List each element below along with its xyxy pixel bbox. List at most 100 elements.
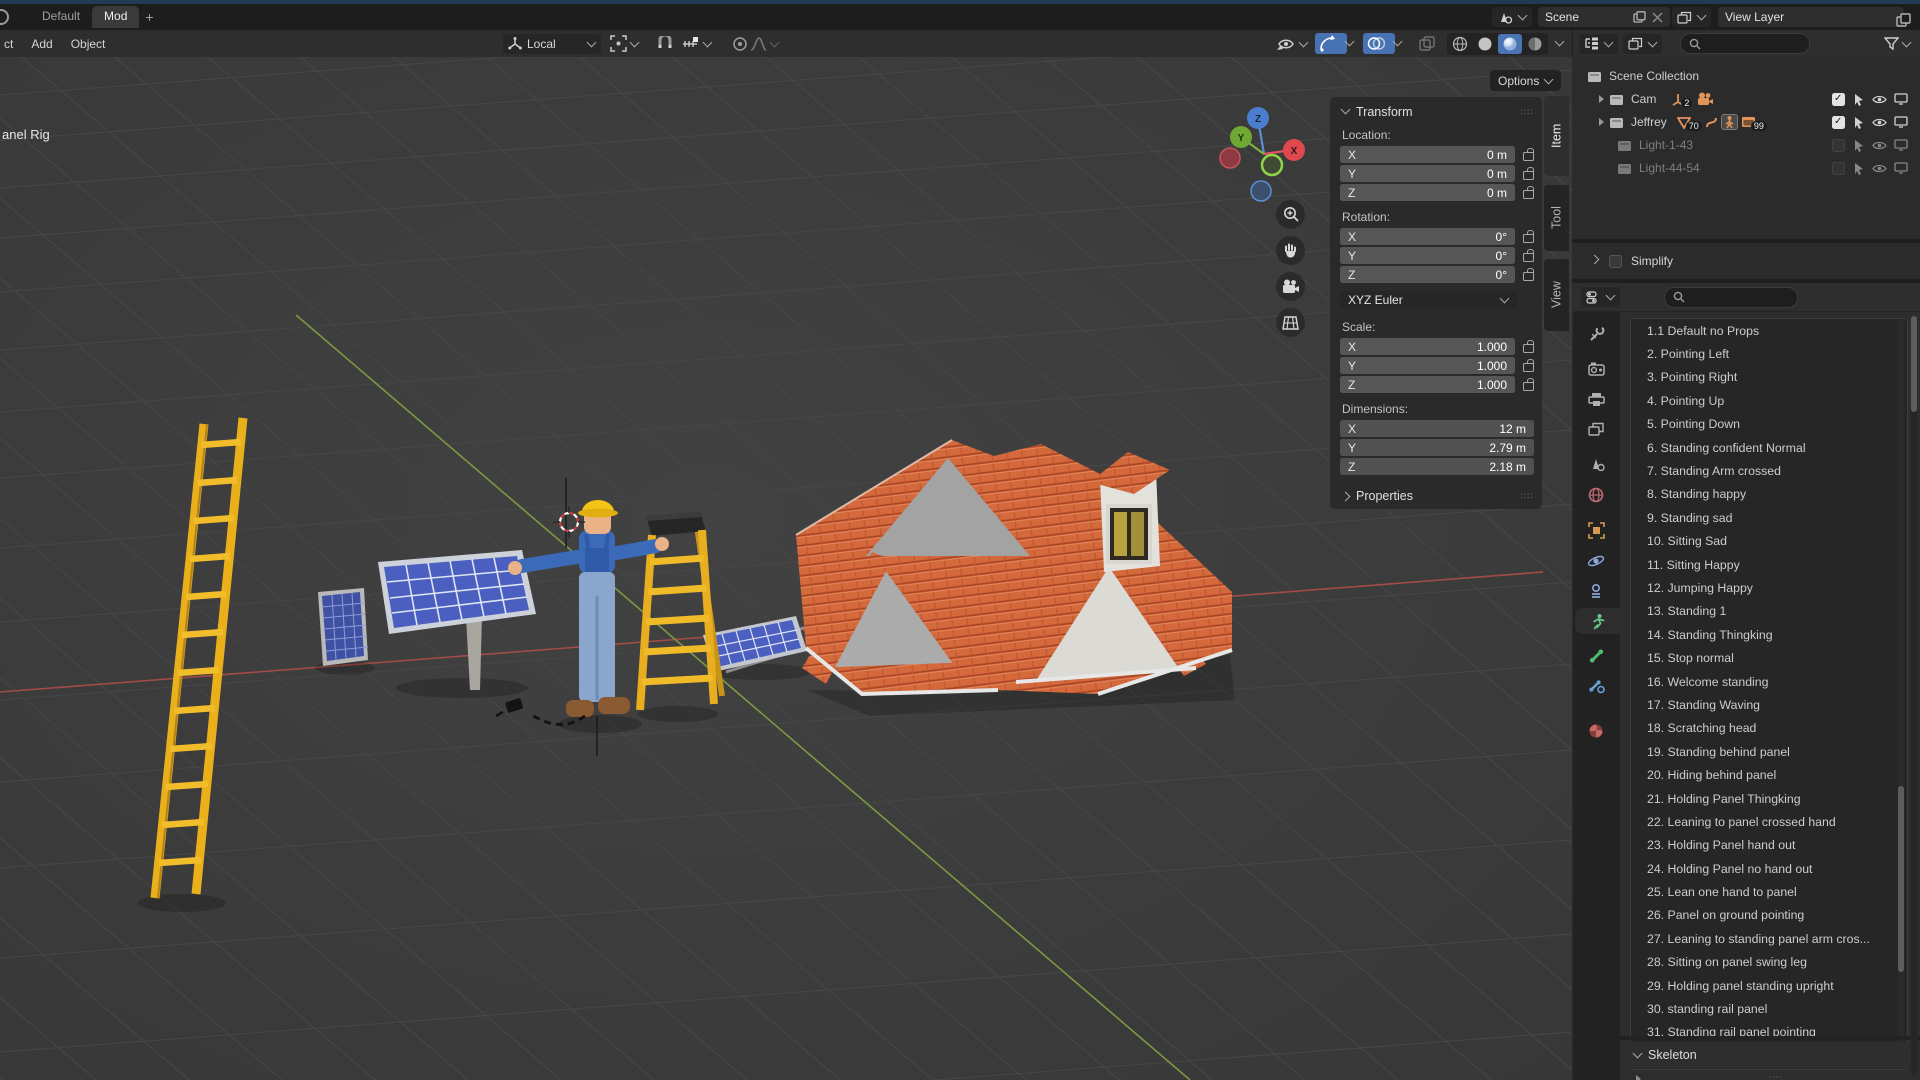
location-z-field[interactable]: Z0 m — [1340, 184, 1515, 201]
pose-list-item[interactable]: 7. Standing Arm crossed — [1631, 459, 1907, 482]
pose-list-item[interactable]: 21. Holding Panel Thingking — [1631, 787, 1907, 810]
hide-eye-icon[interactable] — [1872, 117, 1887, 128]
sidebar-tab-view[interactable]: View — [1544, 259, 1569, 331]
viewport-3d[interactable]: anel Rig Options Z X Y Transform ∷∷ Loca… — [0, 57, 1572, 1080]
camera-view-button[interactable] — [1276, 272, 1305, 301]
collection-checkbox[interactable] — [1832, 115, 1845, 129]
editor-type-outliner[interactable] — [1579, 33, 1618, 54]
lock-icon[interactable] — [1523, 248, 1534, 262]
scale-z-field[interactable]: Z 1.000 — [1340, 376, 1515, 393]
tab-world[interactable] — [1581, 482, 1611, 508]
move-view-button[interactable] — [1276, 236, 1305, 265]
tab-object[interactable] — [1581, 517, 1611, 543]
tall-ladder-object[interactable] — [150, 417, 248, 899]
dimensions-x-field[interactable]: X 12 m — [1340, 420, 1534, 437]
pose-list-item[interactable]: 5. Pointing Down — [1631, 413, 1907, 436]
lock-icon[interactable] — [1523, 166, 1534, 180]
list-expand-icon[interactable] — [1636, 1075, 1641, 1080]
pose-list-item[interactable]: 16. Welcome standing — [1631, 670, 1907, 693]
disable-render-monitor-icon[interactable] — [1894, 116, 1908, 128]
pose-list-item[interactable]: 19. Standing behind panel — [1631, 740, 1907, 763]
rotation-mode-dropdown[interactable]: XYZ Euler — [1340, 291, 1517, 309]
list-grip[interactable]: ∷∷ — [1769, 1074, 1782, 1080]
proportional-editing-toggle[interactable] — [728, 33, 783, 54]
pose-list-item[interactable]: 31. Standing rail panel pointing — [1631, 1021, 1907, 1044]
chevron-right-icon[interactable] — [1589, 254, 1600, 265]
tab-material[interactable] — [1581, 718, 1611, 744]
expand-triangle-icon[interactable] — [1599, 95, 1604, 103]
pose-list-item[interactable]: 22. Leaning to panel crossed hand — [1631, 810, 1907, 833]
shading-dropdown-chevron[interactable] — [1554, 36, 1565, 47]
disable-render-monitor-icon[interactable] — [1894, 93, 1908, 105]
selectable-cursor-icon[interactable] — [1852, 93, 1865, 106]
scene-selector[interactable] — [1492, 7, 1532, 27]
view-layer-field[interactable]: View Layer — [1718, 7, 1904, 27]
scene-name-field[interactable]: Scene — [1538, 7, 1670, 27]
xray-toggle[interactable] — [1415, 33, 1440, 54]
tab-tool[interactable] — [1581, 320, 1611, 346]
pose-list-item[interactable]: 28. Sitting on panel swing leg — [1631, 951, 1907, 974]
simplify-checkbox[interactable] — [1609, 254, 1622, 268]
selectable-cursor-icon[interactable] — [1852, 139, 1865, 152]
scale-x-field[interactable]: X 1.000 — [1340, 338, 1515, 355]
hide-eye-icon[interactable] — [1872, 94, 1887, 105]
collection-checkbox[interactable] — [1832, 161, 1845, 175]
rotation-y-field[interactable]: Y 0° — [1340, 247, 1515, 264]
show-overlays-toggle[interactable] — [1363, 33, 1395, 54]
shading-rendered-button[interactable] — [1523, 34, 1547, 54]
pose-list-item[interactable]: 9. Standing sad — [1631, 506, 1907, 529]
lock-icon[interactable] — [1523, 339, 1534, 353]
pose-list-item[interactable]: 27. Leaning to standing panel arm cros..… — [1631, 927, 1907, 950]
shading-wireframe-button[interactable] — [1448, 34, 1472, 54]
scrollbar-thumb[interactable] — [1911, 316, 1917, 412]
lock-icon[interactable] — [1523, 229, 1534, 243]
location-y-field[interactable]: Y0 m — [1340, 165, 1515, 182]
pose-list-item[interactable]: 8. Standing happy — [1631, 483, 1907, 506]
selectable-cursor-icon[interactable] — [1852, 162, 1865, 175]
selectable-cursor-icon[interactable] — [1852, 116, 1865, 129]
panel-grip[interactable]: ∷∷ — [1521, 107, 1534, 118]
lock-icon[interactable] — [1523, 267, 1534, 281]
gizmo-z-neg-axis[interactable] — [1250, 180, 1272, 202]
pose-list-item[interactable]: 13. Standing 1 — [1631, 600, 1907, 623]
toggle-view-button[interactable] — [1276, 308, 1305, 337]
unlink-scene-icon[interactable] — [1652, 11, 1663, 23]
add-workspace-button[interactable]: + — [145, 9, 153, 25]
pose-list-item[interactable]: 11. Sitting Happy — [1631, 553, 1907, 576]
pose-list-scrollbar[interactable] — [1898, 319, 1904, 1067]
zoom-button[interactable] — [1276, 200, 1305, 229]
pose-list-item[interactable]: 24. Holding Panel no hand out — [1631, 857, 1907, 880]
sidebar-tab-tool[interactable]: Tool — [1544, 185, 1569, 251]
pose-list-item[interactable]: 25. Lean one hand to panel — [1631, 880, 1907, 903]
pose-list-item[interactable]: 26. Panel on ground pointing — [1631, 904, 1907, 927]
snap-toggle[interactable] — [653, 33, 677, 54]
tab-object-data-armature[interactable] — [1575, 608, 1620, 634]
pivot-point-dropdown[interactable] — [606, 33, 643, 54]
pose-list-item[interactable]: 14. Standing Thingking — [1631, 623, 1907, 646]
object-type-visibility-dropdown[interactable] — [1272, 33, 1312, 54]
rotation-z-field[interactable]: Z 0° — [1340, 266, 1515, 283]
show-gizmo-toggle[interactable] — [1315, 33, 1347, 54]
gizmo-x-neg-axis[interactable] — [1219, 147, 1241, 169]
transform-panel-header[interactable]: Transform ∷∷ — [1340, 104, 1534, 119]
small-solar-panel-object[interactable] — [318, 588, 369, 666]
tab-output[interactable] — [1581, 386, 1611, 412]
gizmo-y-neg-axis[interactable] — [1260, 153, 1284, 177]
outliner-row-cam[interactable]: Cam 2 — [1573, 88, 1920, 110]
lock-icon[interactable] — [1523, 185, 1534, 199]
tab-object-constraints[interactable] — [1581, 578, 1611, 604]
rotation-x-field[interactable]: X 0° — [1340, 228, 1515, 245]
outliner-filter-dropdown[interactable] — [1880, 33, 1915, 54]
region-scrollbar[interactable] — [1911, 316, 1917, 1076]
outliner-row-light-1-43[interactable]: Light-1-43 — [1573, 134, 1920, 156]
tab-render[interactable] — [1581, 356, 1611, 382]
outliner-row-light-44-54[interactable]: Light-44-54 — [1573, 157, 1920, 179]
sidebar-tab-item[interactable]: Item — [1544, 96, 1569, 176]
tab-scene[interactable] — [1581, 450, 1611, 476]
select-menu[interactable]: ct — [0, 37, 22, 51]
lock-icon[interactable] — [1523, 358, 1534, 372]
shading-material-preview-button[interactable] — [1498, 33, 1522, 54]
shading-solid-button[interactable] — [1473, 34, 1497, 54]
house-object[interactable] — [795, 439, 1233, 697]
pose-list-item[interactable]: 18. Scratching head — [1631, 717, 1907, 740]
